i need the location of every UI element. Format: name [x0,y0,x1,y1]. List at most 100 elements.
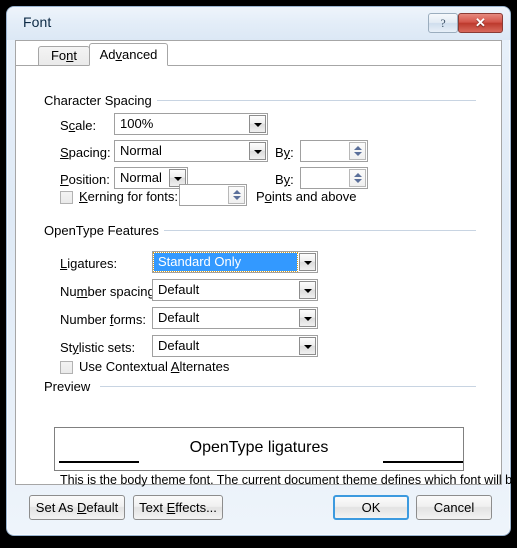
stylistic-sets-dropdown-arrow-icon[interactable] [299,337,316,355]
tab-advanced-label-pre: Ad [99,47,116,62]
stylistic-sets-label-pre: St [60,340,73,355]
scale-label-post: ale: [75,118,97,133]
help-icon[interactable]: ? [428,13,458,33]
window-title: Font [23,14,52,30]
tab-font[interactable]: Font [38,46,90,66]
ligatures-value: Standard Only [153,252,298,272]
position-label: Position: [60,172,110,187]
spin-down-icon [354,152,362,156]
tab-advanced[interactable]: Advanced [89,43,168,66]
preview-box: OpenType ligatures [54,427,464,471]
stylistic-sets-label-post: listic sets: [78,340,136,355]
kerning-spin-buttons[interactable] [228,186,245,204]
number-forms-combobox[interactable]: Default [152,307,318,329]
spacing-by-label: By: [275,145,294,160]
scale-label: Scale: [60,118,96,133]
preview-rule-left [59,461,139,463]
cancel-button[interactable]: Cancel [416,495,492,520]
scale-label-pre: S [60,118,69,133]
contextual-alternates-label: Use Contextual Alternates [79,359,229,374]
position-by-pre: B [275,172,284,187]
spin-up-icon [354,146,362,150]
spin-down-icon [233,196,241,200]
text-effects-pre: Text [139,500,167,515]
set-as-default-post: efault [86,500,119,515]
text-effects-button[interactable]: Text Effects... [133,495,223,520]
kerning-suffix-post: ints and above [271,189,357,204]
spacing-by-post: : [290,145,294,160]
scale-dropdown-arrow-icon[interactable] [249,115,266,133]
position-by-post: : [290,172,294,187]
number-spacing-label: Number spacing: [60,284,158,299]
tab-font-label-post: t [73,48,78,63]
position-combobox[interactable]: Normal [114,167,188,189]
number-spacing-combobox[interactable]: Default [152,279,318,301]
number-spacing-label-post: ber spacing: [87,284,159,299]
kerning-checkbox-label: Kerning for fonts: [79,189,178,204]
position-value: Normal [120,170,162,185]
position-by-spin-buttons[interactable] [349,169,366,187]
number-forms-dropdown-arrow-icon[interactable] [299,309,316,327]
kerning-checkbox-box[interactable] [60,191,73,204]
kerning-label-post: erning for fonts: [87,189,178,204]
spacing-dropdown-arrow-icon[interactable] [249,142,266,160]
contextual-alternates-post: lternates [179,359,230,374]
spacing-value: Normal [120,143,162,158]
tab-strip: Font Advanced [16,41,501,66]
kerning-suffix-pre: P [256,189,265,204]
help-glyph: ? [440,16,446,30]
tab-font-label-pre: Fo [50,48,67,63]
ligatures-label-post: igatures: [67,256,118,271]
kerning-suffix-accel: o [264,189,272,204]
opentype-group-label: OpenType Features [44,223,164,238]
ok-button[interactable]: OK [333,495,409,520]
spacing-by-spinbox[interactable] [300,140,368,162]
text-effects-post: ffects... [175,500,217,515]
number-spacing-dropdown-arrow-icon[interactable] [299,281,316,299]
title-bar: Font ? ✕ [7,7,510,40]
number-forms-value: Default [158,310,200,325]
ligatures-combobox[interactable]: Standard Only [152,251,318,273]
set-as-default-button[interactable]: Set As Default [29,495,125,520]
close-glyph: ✕ [475,15,486,30]
contextual-alternates-pre: Use Contextual [79,359,171,374]
spacing-label-post: pacing: [68,145,111,160]
set-as-default-accel: D [77,500,87,515]
close-icon[interactable]: ✕ [458,13,503,33]
contextual-alternates-checkbox-box[interactable] [60,361,73,374]
number-forms-label-pre: Number [60,312,110,327]
preview-rule-right [383,461,463,463]
spacing-label: Spacing: [60,145,111,160]
character-spacing-group-line [156,100,476,101]
position-label-accel: P [60,172,69,187]
spacing-label-accel: S [60,145,69,160]
preview-sample-text: OpenType ligatures [189,439,329,456]
scale-value: 100% [120,116,154,131]
stylistic-sets-combobox[interactable]: Default [152,335,318,357]
spacing-by-pre: B [275,145,284,160]
number-forms-label: Number forms: [60,312,146,327]
spacing-by-spin-buttons[interactable] [349,142,366,160]
spacing-combobox[interactable]: Normal [114,140,268,162]
number-forms-label-post: orms: [113,312,146,327]
spin-up-icon [233,190,241,194]
spin-down-icon [354,179,362,183]
number-spacing-value: Default [158,282,200,297]
ligatures-dropdown-arrow-icon[interactable] [299,253,316,271]
number-spacing-label-accel: m [76,284,88,299]
kerning-suffix-label: Points and above [256,189,356,204]
set-as-default-pre: Set As [35,500,77,515]
kerning-size-spinbox[interactable] [179,184,247,206]
scale-combobox[interactable]: 100% [114,113,268,135]
preview-group-label: Preview [44,379,96,394]
opentype-group-line [162,230,476,231]
font-dialog-window: Font ? ✕ Font Advanced Character Spacing… [6,6,517,537]
position-by-label: By: [275,172,294,187]
dialog-client-area: Font Advanced Character Spacing Scale: 1… [15,40,517,487]
character-spacing-group-label: Character Spacing [44,93,157,108]
preview-group-line [100,386,476,387]
stylistic-sets-value: Default [158,338,200,353]
ligatures-label: Ligatures: [60,256,117,271]
dialog-footer: Set As Default Text Effects... OK Cancel [7,485,510,537]
position-by-spinbox[interactable] [300,167,368,189]
